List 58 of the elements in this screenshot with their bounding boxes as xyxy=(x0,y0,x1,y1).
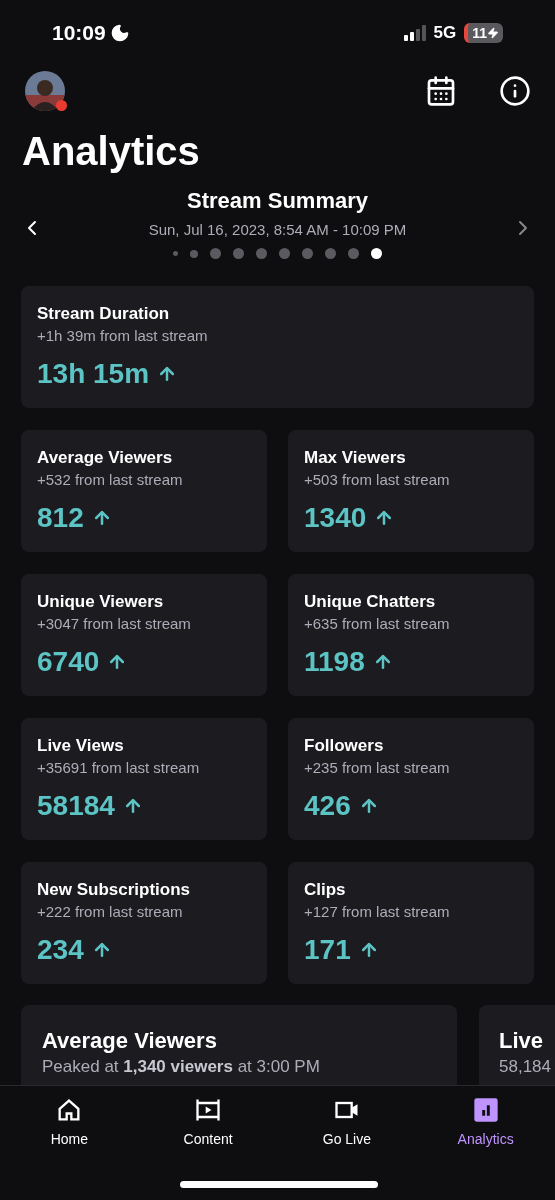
stat-card[interactable]: Max Viewers +503 from last stream 1340 xyxy=(288,430,534,552)
info-icon[interactable] xyxy=(499,75,531,107)
stat-value: 6740 xyxy=(37,646,100,678)
avatar[interactable] xyxy=(25,71,65,111)
stat-change: +532 from last stream xyxy=(37,470,184,490)
stat-card[interactable]: Stream Duration +1h 39m from last stream 13h 15m xyxy=(21,286,534,408)
battery-indicator: 11 xyxy=(464,23,503,43)
stat-change: +503 from last stream xyxy=(304,470,451,490)
stat-label: Live Views xyxy=(37,735,125,757)
stat-change: +3047 from last stream xyxy=(37,614,192,634)
stat-card[interactable]: Live Views +35691 from last stream 58184 xyxy=(21,718,267,840)
stat-card[interactable]: Unique Viewers +3047 from last stream 6740 xyxy=(21,574,267,696)
stat-card[interactable]: New Subscriptions +222 from last stream 234 xyxy=(21,862,267,984)
stat-change: +1h 39m from last stream xyxy=(37,326,209,346)
chart-card[interactable]: Live 58,184 xyxy=(479,1005,555,1085)
chart-title: Live xyxy=(499,1027,545,1055)
stat-value: 426 xyxy=(304,790,351,822)
stat-card[interactable]: Clips +127 from last stream 171 xyxy=(288,862,534,984)
chart-subtitle: 58,184 xyxy=(499,1056,552,1078)
stat-label: Followers xyxy=(304,735,385,757)
moon-icon xyxy=(109,23,130,43)
chart-card[interactable]: Average Viewers Peaked at 1,340 viewers at 3:00 PM xyxy=(21,1005,457,1085)
stat-value: 234 xyxy=(37,934,84,966)
nav-tab[interactable]: Go Live xyxy=(277,1096,417,1193)
stat-change: +235 from last stream xyxy=(304,758,451,778)
stat-label: Stream Duration xyxy=(37,303,171,325)
nav-tab[interactable]: Analytics xyxy=(416,1096,555,1193)
stat-value: 1198 xyxy=(304,646,365,678)
chart-subtitle: Peaked at 1,340 viewers at 3:00 PM xyxy=(42,1056,321,1078)
stat-value: 812 xyxy=(37,502,84,534)
stat-change: +35691 from last stream xyxy=(37,758,201,778)
stat-label: Unique Viewers xyxy=(37,591,165,613)
signal-icon xyxy=(403,25,426,41)
summary-title: Stream Summary xyxy=(187,187,368,215)
stat-label: New Subscriptions xyxy=(37,879,192,901)
stat-value: 171 xyxy=(304,934,351,966)
bar-chart-icon xyxy=(471,1096,500,1124)
stat-value: 13h 15m xyxy=(37,358,150,390)
chart-title: Average Viewers xyxy=(42,1027,218,1055)
stat-change: +127 from last stream xyxy=(304,902,451,922)
calendar-icon[interactable] xyxy=(425,75,457,107)
stat-card[interactable]: Followers +235 from last stream 426 xyxy=(288,718,534,840)
stat-label: Unique Chatters xyxy=(304,591,437,613)
nav-tab[interactable]: Content xyxy=(138,1096,278,1193)
status-time: 10:09 xyxy=(52,20,106,47)
stat-value: 1340 xyxy=(304,502,367,534)
nav-tab[interactable]: Home xyxy=(0,1096,139,1193)
stat-change: +222 from last stream xyxy=(37,902,184,922)
stat-label: Average Viewers xyxy=(37,447,174,469)
summary-date: Sun, Jul 16, 2023, 8:54 AM - 10:09 PM xyxy=(148,220,407,240)
stat-label: Max Viewers xyxy=(304,447,407,469)
stat-value: 58184 xyxy=(37,790,115,822)
stat-card[interactable]: Average Viewers +532 from last stream 812 xyxy=(21,430,267,552)
page-title: Analytics xyxy=(21,128,201,175)
stat-change: +635 from last stream xyxy=(304,614,451,634)
stat-card[interactable]: Unique Chatters +635 from last stream 1198 xyxy=(288,574,534,696)
network-label: 5G xyxy=(433,22,457,45)
stat-label: Clips xyxy=(304,879,347,901)
